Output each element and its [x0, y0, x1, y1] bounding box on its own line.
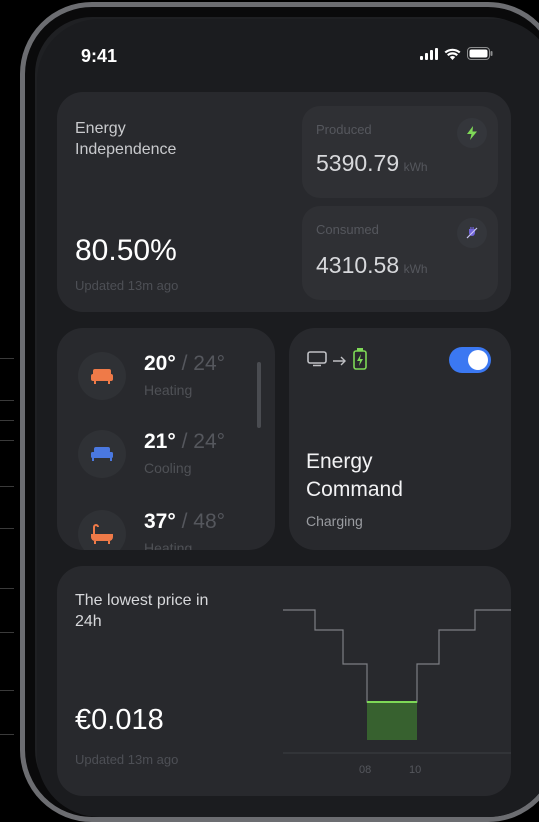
bathtub-icon — [78, 510, 126, 550]
energy-updated: Updated 13m ago — [75, 278, 179, 293]
room-2-mode: Cooling — [144, 460, 192, 476]
room-2-target: / 24° — [175, 430, 226, 453]
status-icons — [420, 47, 493, 65]
room-2-current: 21° — [144, 430, 176, 453]
price-value: €0.018 — [75, 704, 164, 736]
price-title: The lowest price in 24h — [75, 592, 209, 630]
price-updated: Updated 13m ago — [75, 752, 179, 767]
energy-command-toggle[interactable] — [449, 347, 491, 373]
produced-value: 5390.79 — [316, 150, 400, 176]
room-3-current: 37° — [144, 510, 176, 533]
battery-icon — [467, 47, 493, 65]
status-time: 9:41 — [81, 46, 118, 66]
consumed-value: 4310.58 — [316, 252, 400, 278]
energy-percentage: 80.50% — [75, 234, 177, 267]
device-to-battery-icons — [307, 348, 367, 375]
room-row-1[interactable]: 20° / 24° Heating — [78, 352, 278, 412]
room-row-3-clip: 37° / 48° Heating — [0, 500, 280, 550]
room-1-mode: Heating — [144, 382, 193, 398]
signal-icon — [420, 47, 438, 65]
plug-icon — [457, 218, 487, 248]
battery-charging-icon — [353, 348, 367, 375]
energy-title: Energy Independence — [75, 120, 177, 158]
room-row-2[interactable]: 21° / 24° Cooling — [78, 430, 278, 490]
wifi-icon — [444, 47, 461, 65]
produced-unit: kWh — [403, 160, 428, 174]
energy-command-title: Energy Command — [306, 450, 403, 501]
bed-icon — [78, 430, 126, 478]
axis-label-10: 10 — [409, 764, 421, 776]
axis-label-08: 08 — [359, 764, 371, 776]
lowest-price-card[interactable]: The lowest price in 24h €0.018 Updated 1… — [57, 566, 511, 796]
room-3-temp: 37° / 48° — [144, 510, 225, 534]
room-1-target: / 24° — [175, 352, 226, 375]
consumed-unit: kWh — [403, 262, 428, 276]
room-row-3[interactable]: 37° / 48° Heating — [78, 510, 278, 550]
energy-command-status: Charging — [306, 513, 363, 529]
produced-value-row: 5390.79 kWh — [316, 150, 428, 177]
price-chart: 08 10 — [283, 609, 511, 776]
produced-panel: Produced 5390.79 kWh — [302, 106, 498, 198]
consumed-label: Consumed — [316, 222, 379, 237]
arrow-right-icon — [333, 353, 347, 371]
room-3-target: / 48° — [175, 510, 226, 533]
lowest-price-bar — [367, 702, 417, 740]
price-step-line — [283, 609, 511, 703]
room-1-temp: 20° / 24° — [144, 352, 225, 376]
room-2-temp: 21° / 24° — [144, 430, 225, 454]
energy-independence-card[interactable]: Energy Independence 80.50% Updated 13m a… — [57, 92, 511, 312]
room-1-current: 20° — [144, 352, 176, 375]
produced-label: Produced — [316, 122, 372, 137]
lightning-icon — [457, 118, 487, 148]
consumed-value-row: 4310.58 kWh — [316, 252, 428, 279]
monitor-icon — [307, 351, 327, 372]
sofa-icon — [78, 352, 126, 400]
toggle-knob — [468, 350, 488, 370]
room-3-mode: Heating — [144, 540, 193, 550]
consumed-panel: Consumed 4310.58 kWh — [302, 206, 498, 300]
